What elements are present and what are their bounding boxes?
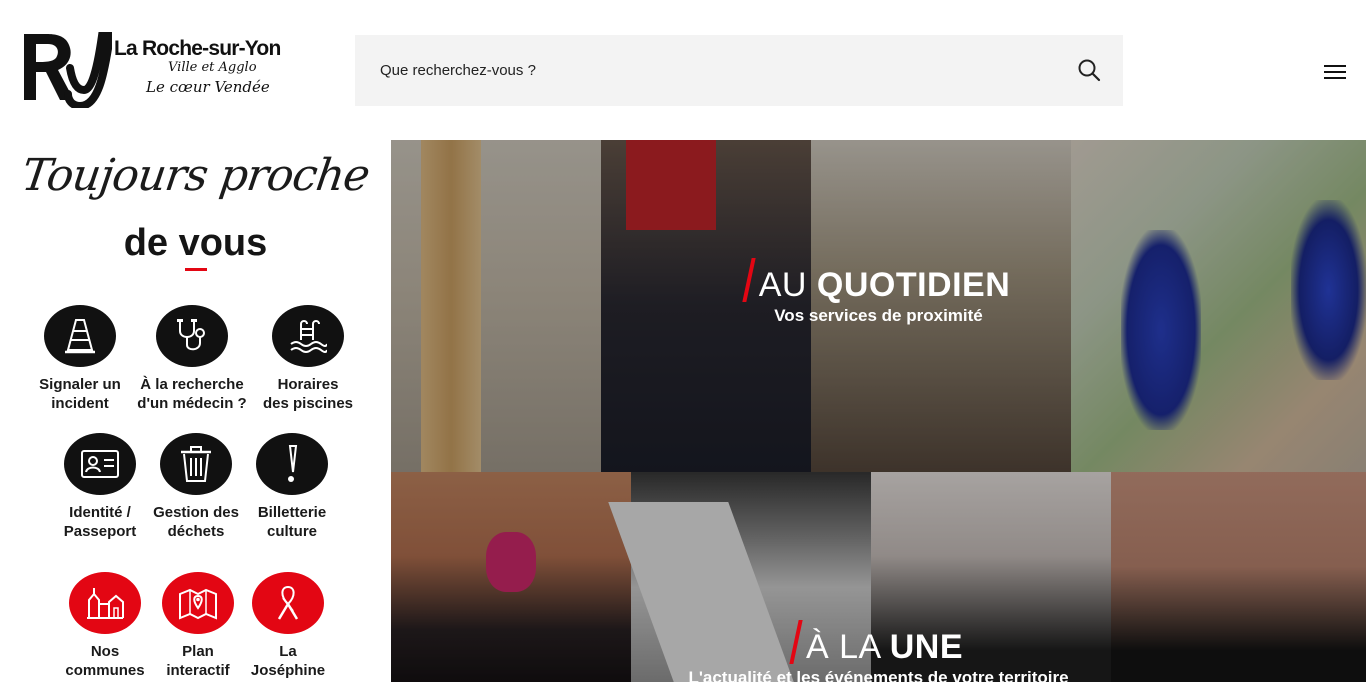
search-icon [1078,59,1101,81]
exclamation-icon [288,445,298,482]
service-label: Signaler un incident [39,376,121,412]
quick-access-panel: Toujours proche de vous Signaler un inci… [0,140,391,682]
service-recherche-medecin[interactable]: À la recherche d'un médecin ? [132,305,252,413]
red-slash [742,258,756,302]
service-nos-communes[interactable]: Nos communes [55,572,155,680]
town-icon [87,588,124,619]
hero-subtitle-quotidien: Vos services de proximité [774,306,983,325]
traffic-cone-icon [65,319,95,354]
hamburger-menu-button[interactable] [1322,58,1348,82]
service-label: La Joséphine [250,643,326,679]
service-label: Gestion des déchets [153,504,239,540]
logo-subtitle: Ville et Agglo [168,60,257,75]
search-bar [355,35,1123,106]
hero-title-quotidien: AU QUOTIDIEN [391,258,1366,305]
tagline-bold: de vous [123,222,268,264]
tagline-script: Toujours proche [18,150,373,201]
service-circle [156,305,228,367]
stethoscope-icon [177,319,205,351]
service-identite-passeport[interactable]: Identité / Passeport [50,433,150,541]
awareness-ribbon-icon [277,585,299,620]
service-circle [252,572,324,634]
service-label: Billetterie culture [257,504,327,540]
logo-monogram [24,32,112,108]
menu-bar-line [1324,71,1346,73]
service-label: À la recherche d'un médecin ? [137,376,247,412]
search-button[interactable] [1073,55,1105,87]
logo-name: La Roche-sur-Yon [114,37,281,60]
menu-bar-line [1324,65,1346,67]
service-la-josephine[interactable]: La Joséphine [238,572,338,680]
service-label: Identité / Passeport [63,504,137,540]
hero-title-light: AU [758,266,817,304]
service-circle [272,305,344,367]
swimming-pool-icon [290,320,327,353]
service-circle [160,433,232,495]
site-header: La Roche-sur-Yon Ville et Agglo Le cœur … [0,0,1366,140]
service-label: Nos communes [65,643,145,679]
service-horaires-piscines[interactable]: Horaires des piscines [258,305,358,413]
menu-bar-line [1324,77,1346,79]
service-circle [44,305,116,367]
search-input[interactable] [355,35,1055,106]
service-signaler-incident[interactable]: Signaler un incident [30,305,130,413]
red-slash [789,620,803,664]
service-plan-interactif[interactable]: Plan interactif [148,572,248,680]
hero-title-une: À LA UNE [391,620,1366,667]
logo-slogan: Le cœur Vendée [146,78,270,96]
id-card-icon [81,450,119,478]
tagline-underline [185,268,207,271]
hero-title-bold: UNE [889,628,964,666]
trash-can-icon [181,446,211,482]
service-circle [69,572,141,634]
service-circle [256,433,328,495]
hero-au-quotidien[interactable]: AU QUOTIDIEN Vos services de proximité [391,140,1366,472]
hero-subtitle-une: L'actualité et les événements de votre t… [688,668,1069,682]
map-icon [179,588,217,620]
service-circle [162,572,234,634]
hero-a-la-une[interactable]: À LA UNE L'actualité et les événements d… [391,472,1366,682]
service-label: Horaires des piscines [262,376,354,412]
service-circle [64,433,136,495]
hero-title-bold: QUOTIDIEN [816,266,1011,304]
service-label: Plan interactif [166,643,230,679]
service-gestion-dechets[interactable]: Gestion des déchets [146,433,246,541]
hero-title-light: À LA [805,628,890,666]
site-logo[interactable]: La Roche-sur-Yon Ville et Agglo Le cœur … [20,28,310,108]
service-billetterie-culture[interactable]: Billetterie culture [242,433,342,541]
